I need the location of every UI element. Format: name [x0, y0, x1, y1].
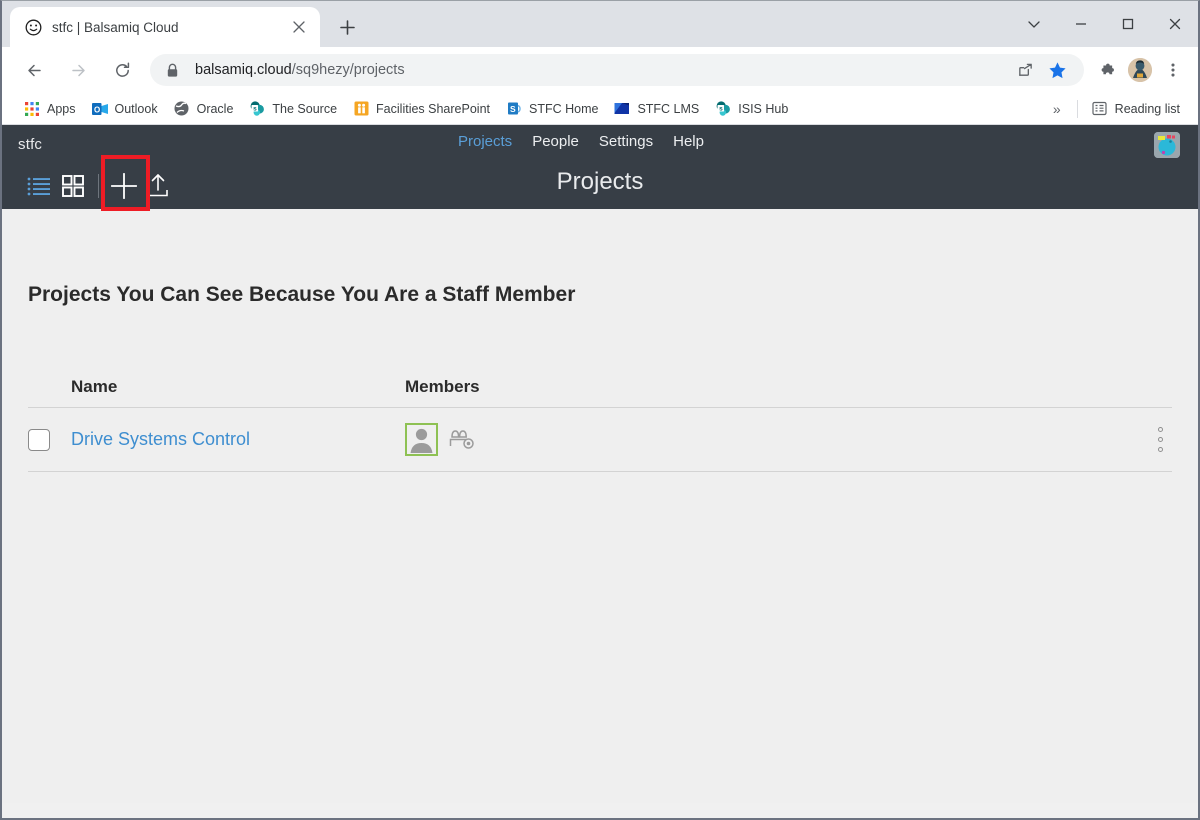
bookmark-stfc-home[interactable]: S STFC Home [498, 97, 606, 121]
menu-dot [1157, 437, 1163, 442]
window-close-button[interactable] [1151, 1, 1198, 47]
section-title: Projects You Can See Because You Are a S… [28, 283, 576, 306]
omnibox-actions [1010, 55, 1072, 85]
smiley-face-icon [24, 18, 42, 36]
facilities-icon [353, 101, 369, 117]
menu-dot [1157, 447, 1163, 452]
toolbar-divider [98, 174, 99, 198]
column-header-name: Name [71, 377, 118, 396]
bookmark-label: STFC LMS [637, 101, 700, 116]
new-tab-button[interactable] [332, 12, 362, 42]
bookmark-facilities-sharepoint[interactable]: Facilities SharePoint [345, 97, 498, 121]
column-header-members: Members [405, 377, 480, 396]
reading-list-button[interactable]: Reading list [1084, 97, 1188, 121]
profile-avatar[interactable] [1128, 58, 1152, 82]
minimize-button[interactable] [1057, 1, 1104, 47]
reload-button[interactable] [106, 54, 138, 86]
svg-text:s: s [253, 105, 257, 112]
lock-icon [166, 63, 182, 78]
highlight-annotation [101, 155, 150, 211]
bookmark-label: Oracle [196, 101, 234, 116]
url-text: balsamiq.cloud/sq9hezy/projects [195, 62, 405, 78]
workspace-brand[interactable]: stfc [18, 136, 42, 153]
browser-navigation-bar: balsamiq.cloud/sq9hezy/projects [2, 47, 1198, 93]
projects-table: Name Members Drive Systems Control [28, 377, 1172, 472]
browser-tab[interactable]: stfc | Balsamiq Cloud [10, 7, 320, 47]
bookmark-label: The Source [272, 101, 338, 116]
row-overflow-menu[interactable] [1148, 427, 1172, 452]
bookmarks-overflow-icon[interactable]: » [1043, 101, 1071, 117]
isis-hub-icon: s [715, 101, 731, 117]
user-avatar[interactable] [1154, 132, 1180, 158]
nav-item-people[interactable]: People [532, 133, 579, 150]
lms-icon [614, 101, 630, 117]
nav-item-settings[interactable]: Settings [599, 133, 653, 150]
page-title: Projects [556, 168, 644, 195]
bookmark-stfc-lms[interactable]: STFC LMS [606, 97, 707, 121]
bookmark-outlook[interactable]: O Outlook [84, 97, 166, 121]
svg-text:O: O [94, 105, 100, 114]
tab-strip: stfc | Balsamiq Cloud [2, 1, 1198, 47]
url-domain: balsamiq.cloud [195, 62, 292, 78]
bookmark-oracle[interactable]: Oracle [166, 97, 242, 121]
bookmark-label: Apps [47, 101, 76, 116]
back-button[interactable] [18, 54, 50, 86]
svg-text:s: s [719, 105, 723, 112]
maximize-button[interactable] [1104, 1, 1151, 47]
bookmark-label: Outlook [114, 101, 158, 116]
extensions-puzzle-icon[interactable] [1092, 55, 1122, 85]
project-link[interactable]: Drive Systems Control [71, 429, 250, 449]
forward-button[interactable] [62, 54, 94, 86]
bookmark-label: ISIS Hub [738, 101, 789, 116]
viewers-eye-icon[interactable] [447, 427, 477, 453]
main-content: Projects You Can See Because You Are a S… [2, 209, 1198, 803]
list-view-icon[interactable] [22, 169, 56, 203]
app-header: stfc Projects People Settings Help Proje… [2, 125, 1198, 211]
bookmark-star-icon[interactable] [1042, 55, 1072, 85]
chrome-menu-icon[interactable] [1158, 55, 1188, 85]
project-members-cell [405, 423, 1172, 456]
app-nav: Projects People Settings Help [458, 133, 704, 150]
nav-item-help[interactable]: Help [673, 133, 704, 150]
share-icon[interactable] [1010, 55, 1040, 85]
row-select-cell [28, 428, 71, 451]
tab-title: stfc | Balsamiq Cloud [52, 19, 179, 35]
oracle-globe-icon [174, 101, 190, 117]
nav-item-projects[interactable]: Projects [458, 133, 512, 150]
table-header: Name Members [28, 377, 1172, 408]
menu-dot [1157, 427, 1163, 432]
url-path: /sq9hezy/projects [291, 62, 405, 78]
app-top-row: stfc Projects People Settings Help [2, 125, 1198, 163]
app-toolbar: Projects [2, 163, 1198, 209]
chevron-down-icon[interactable] [1010, 1, 1057, 47]
divider [1076, 99, 1078, 118]
close-icon[interactable] [288, 16, 310, 38]
browser-window: stfc | Balsamiq Cloud balsamiq.cloud/sq9… [0, 0, 1200, 820]
bookmark-the-source[interactable]: s The Source [241, 97, 345, 121]
window-controls [1010, 1, 1198, 47]
outlook-icon: O [91, 101, 108, 117]
bookmark-label: Facilities SharePoint [376, 101, 490, 116]
bookmark-label: STFC Home [529, 101, 599, 116]
svg-text:S: S [510, 104, 516, 114]
bookmarks-overflow-area: » Reading list [1043, 97, 1188, 121]
sharepoint-icon: S [506, 101, 522, 117]
bookmark-isis-hub[interactable]: s ISIS Hub [707, 97, 796, 121]
reading-list-icon [1092, 101, 1108, 117]
apps-grid-icon [24, 101, 40, 117]
reading-list-label: Reading list [1114, 101, 1180, 116]
address-bar[interactable]: balsamiq.cloud/sq9hezy/projects [150, 54, 1084, 86]
bookmarks-bar: Apps O Outlook Oracle s The Source Facil… [2, 93, 1198, 125]
bookmark-apps[interactable]: Apps [16, 97, 84, 121]
sharepoint-icon: s [249, 101, 265, 117]
person-avatar-icon[interactable] [405, 423, 438, 456]
grid-view-icon[interactable] [56, 169, 90, 203]
row-checkbox[interactable] [28, 428, 50, 451]
project-name-cell: Drive Systems Control [71, 429, 405, 450]
table-row[interactable]: Drive Systems Control [28, 408, 1172, 472]
